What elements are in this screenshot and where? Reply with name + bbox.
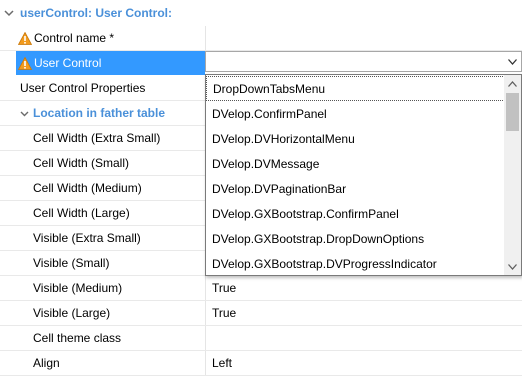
- property-row-control-name[interactable]: Control name *: [0, 26, 522, 51]
- property-value[interactable]: Left: [205, 351, 522, 375]
- property-value[interactable]: True: [205, 301, 522, 325]
- combobox-arrow-button[interactable]: [504, 52, 521, 71]
- property-label: Visible (Extra Small): [33, 231, 141, 245]
- dropdown-scrollbar[interactable]: [504, 75, 521, 275]
- property-label: Cell Width (Small): [33, 156, 130, 170]
- dropdown-option[interactable]: DVelop.DVPaginationBar: [206, 176, 505, 201]
- property-value[interactable]: True: [205, 276, 522, 300]
- property-label: Visible (Medium): [33, 281, 123, 295]
- dropdown-option[interactable]: DropDownTabsMenu: [206, 76, 505, 101]
- dropdown-option[interactable]: DVelop.GXBootstrap.DropDownOptions: [206, 226, 505, 251]
- property-row-align[interactable]: Align Left: [0, 351, 522, 376]
- property-label: User Control: [34, 56, 102, 70]
- property-label: Cell Width (Large): [33, 206, 130, 220]
- dropdown-option[interactable]: DVelop.ConfirmPanel: [206, 101, 505, 126]
- group-label: Location in father table: [33, 106, 166, 120]
- user-control-dropdown-list[interactable]: DropDownTabsMenu DVelop.ConfirmPanel DVe…: [205, 74, 522, 276]
- chevron-down-icon: [508, 58, 517, 65]
- scroll-up-button[interactable]: [504, 75, 521, 92]
- dropdown-option[interactable]: DVelop.GXBootstrap.ConfirmPanel: [206, 201, 505, 226]
- property-label: Cell theme class: [33, 331, 122, 345]
- property-label: Cell Width (Extra Small): [33, 131, 161, 145]
- property-label: Align: [33, 356, 60, 370]
- dropdown-option[interactable]: DVelop.DVHorizontalMenu: [206, 126, 505, 151]
- property-row-visible-m[interactable]: Visible (Medium) True: [0, 276, 522, 301]
- property-row-visible-l[interactable]: Visible (Large) True: [0, 301, 522, 326]
- warning-icon: [18, 31, 32, 45]
- property-label: User Control Properties: [20, 81, 146, 95]
- user-control-combobox[interactable]: [205, 51, 522, 72]
- property-label: Visible (Small): [33, 256, 110, 270]
- control-name-field[interactable]: [205, 26, 522, 50]
- chevron-up-icon: [508, 80, 517, 87]
- chevron-down-icon[interactable]: [4, 8, 14, 18]
- dropdown-option[interactable]: DVelop.GXBootstrap.DVProgressIndicator: [206, 251, 505, 276]
- property-label: Control name *: [34, 31, 115, 45]
- selected-property-label[interactable]: User Control: [16, 51, 205, 75]
- property-label: Visible (Large): [33, 306, 111, 320]
- chevron-down-icon: [508, 263, 517, 270]
- scroll-down-button[interactable]: [504, 258, 521, 275]
- scrollbar-thumb[interactable]: [506, 93, 519, 131]
- property-value[interactable]: [205, 326, 522, 350]
- property-label: Cell Width (Medium): [33, 181, 142, 195]
- section-title: userControl: User Control:: [20, 6, 173, 20]
- dropdown-option[interactable]: DVelop.DVMessage: [206, 151, 505, 176]
- property-row-cell-theme-class[interactable]: Cell theme class: [0, 326, 522, 351]
- warning-icon: [18, 56, 32, 70]
- section-header[interactable]: userControl: User Control:: [0, 0, 522, 26]
